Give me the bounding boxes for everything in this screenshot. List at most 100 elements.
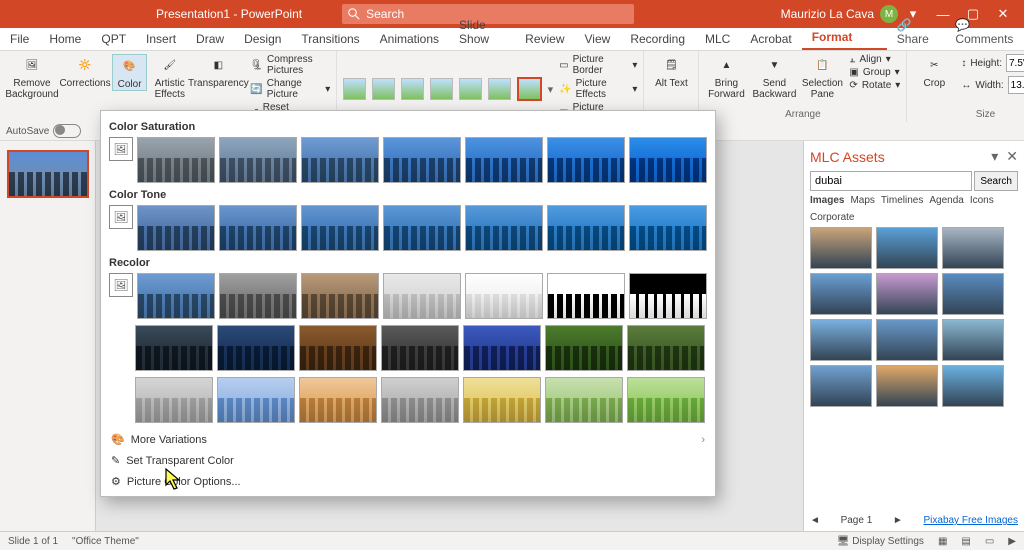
- change-picture-button[interactable]: 🔄Change Picture ▾: [250, 78, 330, 100]
- more-variations-button[interactable]: 🎨More Variations›: [109, 429, 707, 450]
- view-reading-icon[interactable]: ▭: [985, 536, 994, 547]
- picture-border-button[interactable]: ▭Picture Border ▾: [559, 54, 637, 76]
- style-preset[interactable]: [343, 78, 366, 100]
- color-preset[interactable]: [383, 137, 461, 183]
- color-preset[interactable]: [627, 377, 705, 423]
- color-preset[interactable]: [301, 137, 379, 183]
- asset-thumb[interactable]: [876, 273, 938, 315]
- color-preset[interactable]: [465, 137, 543, 183]
- color-preset[interactable]: [383, 205, 461, 251]
- color-preset[interactable]: [545, 377, 623, 423]
- style-preset-selected[interactable]: [517, 77, 542, 101]
- comments-button[interactable]: 💬 Comments: [945, 14, 1024, 50]
- tab-picture-format[interactable]: Picture Format: [802, 12, 887, 50]
- mlc-dropdown-icon[interactable]: ▾: [991, 148, 998, 165]
- asset-thumb[interactable]: [942, 227, 1004, 269]
- color-preset[interactable]: [299, 325, 377, 371]
- color-preset[interactable]: [301, 273, 379, 319]
- color-preset[interactable]: [301, 205, 379, 251]
- color-button[interactable]: 🎨Color: [112, 54, 147, 91]
- color-preset[interactable]: [137, 137, 215, 183]
- color-preset[interactable]: [135, 325, 213, 371]
- color-preset[interactable]: [465, 205, 543, 251]
- artistic-effects-button[interactable]: 🖌Artistic Effects: [153, 54, 186, 100]
- transparency-button[interactable]: ◧Transparency: [192, 54, 244, 89]
- mlc-tab-agenda[interactable]: Agenda: [929, 195, 963, 206]
- picture-effects-button[interactable]: ✨Picture Effects ▾: [559, 78, 637, 100]
- align-button[interactable]: ⫠Align ▾: [849, 54, 900, 65]
- no-recolor-button[interactable]: 🖼: [109, 205, 133, 229]
- asset-thumb[interactable]: [810, 273, 872, 315]
- view-slideshow-icon[interactable]: ▶: [1008, 536, 1016, 547]
- tab-home[interactable]: Home: [39, 28, 91, 50]
- mlc-tab-images[interactable]: Images: [810, 195, 844, 206]
- tab-draw[interactable]: Draw: [186, 28, 234, 50]
- color-preset[interactable]: [547, 137, 625, 183]
- color-preset[interactable]: [547, 273, 625, 319]
- tab-review[interactable]: Review: [515, 28, 574, 50]
- bring-forward-button[interactable]: ▲Bring Forward: [705, 54, 747, 100]
- style-preset[interactable]: [488, 78, 511, 100]
- color-preset[interactable]: [217, 325, 295, 371]
- styles-more-icon[interactable]: ▾: [548, 83, 554, 96]
- autosave-toggle[interactable]: [53, 124, 81, 138]
- asset-thumb[interactable]: [810, 365, 872, 407]
- tab-transitions[interactable]: Transitions: [291, 28, 369, 50]
- color-preset[interactable]: [629, 273, 707, 319]
- asset-thumb[interactable]: [876, 365, 938, 407]
- color-preset[interactable]: [629, 137, 707, 183]
- style-preset[interactable]: [401, 78, 424, 100]
- tab-recording[interactable]: Recording: [620, 28, 695, 50]
- color-preset[interactable]: [381, 377, 459, 423]
- color-preset[interactable]: [381, 325, 459, 371]
- send-backward-button[interactable]: ▼Send Backward: [753, 54, 795, 100]
- asset-thumb[interactable]: [942, 273, 1004, 315]
- color-preset[interactable]: [383, 273, 461, 319]
- color-preset[interactable]: [545, 325, 623, 371]
- color-preset[interactable]: [463, 377, 541, 423]
- width-input[interactable]: [1008, 76, 1024, 94]
- color-preset[interactable]: [627, 325, 705, 371]
- color-preset[interactable]: [219, 137, 297, 183]
- view-sorter-icon[interactable]: ▤: [961, 536, 970, 547]
- color-preset[interactable]: [135, 377, 213, 423]
- mlc-tab-corporate[interactable]: Corporate: [810, 212, 854, 223]
- color-preset[interactable]: [219, 205, 297, 251]
- tab-insert[interactable]: Insert: [136, 28, 186, 50]
- width-field[interactable]: ↔Width:: [961, 76, 1024, 94]
- color-preset[interactable]: [137, 205, 215, 251]
- compress-pictures-button[interactable]: 🗜Compress Pictures: [250, 54, 330, 76]
- tab-view[interactable]: View: [575, 28, 621, 50]
- color-preset[interactable]: [299, 377, 377, 423]
- asset-thumb[interactable]: [810, 227, 872, 269]
- style-preset[interactable]: [372, 78, 395, 100]
- color-preset[interactable]: [137, 273, 215, 319]
- view-normal-icon[interactable]: ▦: [938, 536, 947, 547]
- asset-thumb[interactable]: [876, 227, 938, 269]
- height-input[interactable]: [1006, 54, 1024, 72]
- mlc-tab-maps[interactable]: Maps: [850, 195, 874, 206]
- tab-slideshow[interactable]: Slide Show: [449, 14, 515, 50]
- height-field[interactable]: ↕Height:: [961, 54, 1024, 72]
- mlc-prev-icon[interactable]: ◄: [810, 515, 820, 526]
- group-button[interactable]: ▣Group ▾: [849, 67, 900, 78]
- color-preset[interactable]: [629, 205, 707, 251]
- style-preset[interactable]: [430, 78, 453, 100]
- tab-animations[interactable]: Animations: [370, 28, 449, 50]
- no-recolor-button[interactable]: 🖼: [109, 273, 133, 297]
- mlc-credit-link[interactable]: Pixabay Free Images: [923, 515, 1018, 526]
- asset-thumb[interactable]: [942, 365, 1004, 407]
- asset-thumb[interactable]: [942, 319, 1004, 361]
- no-recolor-button[interactable]: 🖼: [109, 137, 133, 161]
- style-preset[interactable]: [459, 78, 482, 100]
- tab-mlc[interactable]: MLC: [695, 28, 740, 50]
- picture-color-options-button[interactable]: ⚙Picture Color Options...: [109, 471, 707, 492]
- tab-qpt[interactable]: QPT: [91, 28, 136, 50]
- color-preset[interactable]: [217, 377, 295, 423]
- mlc-next-icon[interactable]: ►: [893, 515, 903, 526]
- slide-thumb-1[interactable]: 1: [7, 150, 89, 198]
- color-preset[interactable]: [547, 205, 625, 251]
- asset-thumb[interactable]: [810, 319, 872, 361]
- crop-button[interactable]: ✂Crop: [913, 54, 955, 89]
- mlc-search-button[interactable]: Search: [974, 171, 1018, 191]
